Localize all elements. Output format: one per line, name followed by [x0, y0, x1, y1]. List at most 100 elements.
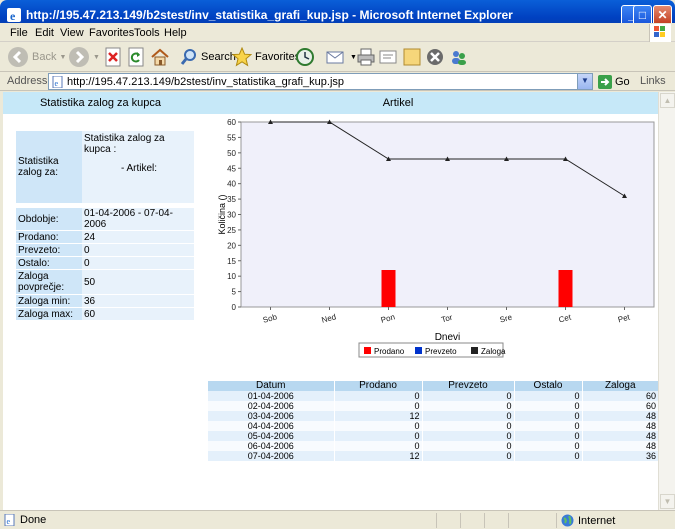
table-row: 07-04-2006 12 0 0 36 [208, 451, 658, 461]
edit-button[interactable] [378, 45, 398, 69]
links-button[interactable]: Links [640, 75, 666, 87]
history-icon [296, 48, 314, 66]
stat-value: 60 [82, 308, 194, 320]
svg-text:e: e [10, 9, 16, 23]
status-divider [436, 513, 437, 528]
contacts-button[interactable] [449, 45, 469, 69]
svg-text:e: e [7, 517, 11, 526]
discuss-button[interactable] [402, 45, 422, 69]
status-text: e Done [4, 514, 46, 526]
search-button[interactable]: Search [180, 45, 236, 69]
legend-swatch [364, 347, 371, 354]
back-arrow-icon [8, 47, 28, 67]
messenger-button[interactable] [425, 45, 445, 69]
table-cell: 0 [514, 411, 583, 421]
printer-icon [357, 48, 375, 66]
page-icon: e [4, 514, 15, 526]
go-button[interactable]: Go [598, 73, 630, 90]
table-row: 06-04-2006 0 0 0 48 [208, 441, 658, 451]
print-button[interactable] [356, 45, 376, 69]
stat-value: 50 [82, 270, 194, 294]
stat-key: Zaloga povprečje: [16, 270, 82, 294]
ie-logo-icon: e [7, 8, 21, 23]
mail-icon [326, 51, 344, 64]
table-cell: 48 [582, 411, 658, 421]
menu-tools[interactable]: Tools [134, 27, 160, 39]
stat-value: 01-04-2006 - 07-04-2006 [82, 208, 194, 230]
scroll-up-icon[interactable]: ▲ [660, 93, 675, 108]
plot-area [240, 121, 655, 308]
column-header: Prevzeto [422, 381, 515, 391]
table-header-row: Datum Prodano Prevzeto Ostalo Zaloga [208, 381, 658, 391]
y-tick-label: 5 [232, 288, 237, 297]
refresh-button[interactable] [127, 45, 145, 69]
table-cell: 0 [422, 441, 515, 451]
vertical-scrollbar[interactable]: ▲ ▼ [658, 92, 675, 510]
history-button[interactable] [295, 45, 315, 69]
column-header: Prodano [334, 381, 423, 391]
legend-swatch [415, 347, 422, 354]
bar-prodano [558, 270, 573, 307]
x-axis-label: Dnevi [435, 332, 461, 343]
stop-button[interactable] [104, 45, 122, 69]
y-tick-label: 50 [227, 149, 236, 158]
y-tick-label: 25 [227, 226, 236, 235]
scroll-down-icon[interactable]: ▼ [660, 494, 675, 509]
forward-button[interactable]: ▼ [68, 45, 100, 69]
forward-arrow-icon [69, 47, 89, 67]
menu-view[interactable]: View [60, 27, 84, 39]
legend-label: Zaloga [481, 347, 506, 356]
star-icon [232, 47, 252, 67]
table-cell: 48 [582, 421, 658, 431]
address-bar: Address e http://195.47.213.149/b2stest/… [0, 72, 675, 91]
table-cell: 0 [422, 421, 515, 431]
stats-table: Statistika zalog za: Statistika zalog za… [16, 130, 194, 321]
table-row: 04-04-2006 0 0 0 48 [208, 421, 658, 431]
column-header: Datum [208, 381, 335, 391]
table-cell: 0 [334, 391, 423, 401]
refresh-icon [128, 47, 144, 67]
back-button[interactable]: Back ▼ [7, 45, 66, 69]
table-cell: 0 [422, 391, 515, 401]
table-cell: 12 [334, 411, 423, 421]
stat-key: Obdobje: [16, 208, 82, 230]
chevron-down-icon[interactable]: ▼ [577, 74, 592, 89]
address-input[interactable]: e http://195.47.213.149/b2stest/inv_stat… [48, 73, 593, 90]
y-axis-label: Količina () [217, 194, 227, 234]
stock-chart: 0 5 10 15 20 25 30 35 40 45 50 55 60 Sob Ned Pon Tor Sre C… [217, 118, 655, 358]
stat-value: 0 [82, 257, 194, 269]
people-icon [452, 51, 466, 65]
page-icon: e [52, 76, 63, 88]
y-tick-label: 40 [227, 180, 236, 189]
table-row: 05-04-2006 0 0 0 48 [208, 431, 658, 441]
menu-file[interactable]: File [10, 27, 28, 39]
table-cell: 0 [514, 401, 583, 411]
mail-button[interactable]: ▼ [325, 45, 357, 69]
menu-bar: File Edit View Favorites Tools Help [0, 23, 675, 42]
table-cell: 05-04-2006 [208, 431, 335, 441]
y-tick-label: 55 [227, 133, 236, 142]
home-button[interactable] [150, 45, 170, 69]
stats-value: Statistika zalog za kupca : - Artikel: [82, 131, 194, 203]
x-tick-label: Pon [380, 312, 396, 324]
x-tick-label: Tor [440, 313, 453, 325]
address-url: http://195.47.213.149/b2stest/inv_statis… [67, 76, 345, 88]
x-tick-label: Cet [558, 312, 573, 324]
chevron-down-icon: ▼ [59, 53, 67, 61]
table-cell: 0 [334, 401, 423, 411]
favorites-button[interactable]: Favorites [232, 45, 300, 69]
search-icon [180, 49, 196, 65]
x-tick-label: Ned [321, 312, 338, 324]
table-cell: 48 [582, 431, 658, 441]
stat-key: Zaloga max: [16, 308, 82, 320]
menu-edit[interactable]: Edit [35, 27, 54, 39]
x-tick-label: Pet [617, 312, 632, 324]
menu-help[interactable]: Help [164, 27, 187, 39]
table-cell: 0 [514, 421, 583, 431]
menu-favorites[interactable]: Favorites [89, 27, 134, 39]
windows-logo-icon [649, 24, 671, 42]
table-cell: 0 [514, 441, 583, 451]
table-cell: 01-04-2006 [208, 391, 335, 401]
status-bar: e Done Internet [0, 510, 675, 529]
stat-value: 24 [82, 231, 194, 243]
